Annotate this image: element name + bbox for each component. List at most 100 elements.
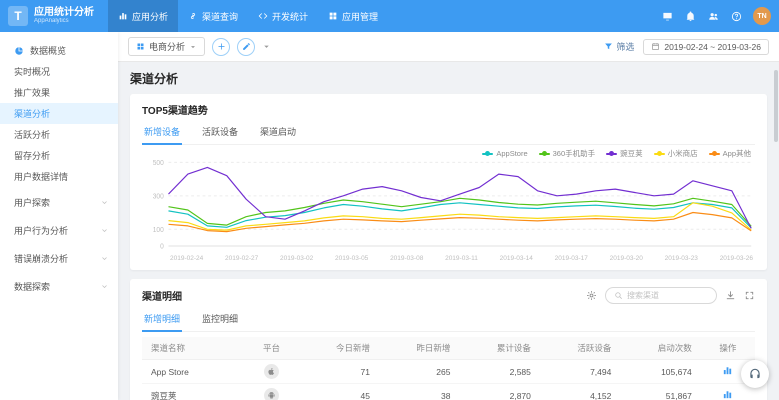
- nav-item-label: 应用分析: [132, 10, 168, 23]
- sidebar-item[interactable]: 推广效果: [0, 82, 118, 103]
- legend-label: 豌豆荚: [620, 148, 643, 159]
- app-subtitle: AppAnalytics: [34, 18, 94, 25]
- row-chart-action[interactable]: [722, 389, 733, 400]
- chart-series-小米商店: [168, 203, 751, 230]
- legend-marker: [606, 153, 617, 155]
- table-tools: [586, 287, 755, 304]
- sidebar-item-label: 用户探索: [14, 196, 50, 209]
- svg-text:0: 0: [160, 243, 164, 250]
- scrollbar-thumb[interactable]: [774, 70, 778, 142]
- search-input[interactable]: [627, 291, 709, 300]
- svg-text:100: 100: [153, 227, 164, 234]
- app-title: 应用统计分析: [34, 7, 94, 18]
- sidebar-item[interactable]: 活跃分析: [0, 124, 118, 145]
- header-nav: 应用分析 渠道查询开发统计应用管理: [108, 0, 388, 32]
- gear-icon: [586, 290, 597, 301]
- chevron-down-icon: [101, 283, 108, 290]
- table-card-title: 渠道明细: [142, 288, 182, 303]
- funnel-icon: [604, 42, 613, 51]
- question-button[interactable]: [725, 5, 747, 27]
- sidebar: 数据概览实时概况推广效果渠道分析活跃分析留存分析用户数据详情用户探索用户行为分析…: [0, 32, 118, 400]
- nav-item-label: 渠道查询: [202, 10, 238, 23]
- date-range-value: 2019-02-24 ~ 2019-03-26: [664, 42, 761, 52]
- chart-tab[interactable]: 渠道启动: [258, 121, 298, 144]
- sidebar-item[interactable]: 数据探索: [0, 273, 118, 299]
- header-actions: TN: [656, 5, 771, 27]
- row-chart-action[interactable]: [722, 365, 733, 376]
- bar-chart-icon: [118, 11, 128, 21]
- active-devices: 4,152: [540, 384, 620, 400]
- legend-item[interactable]: AppStore: [482, 149, 527, 158]
- total-devices: 2,585: [459, 360, 539, 384]
- yesterday-new: 265: [379, 360, 459, 384]
- add-button[interactable]: [212, 38, 230, 56]
- display-button[interactable]: [656, 5, 678, 27]
- platform-badge: [264, 388, 279, 400]
- nav-item[interactable]: 渠道查询: [178, 0, 248, 32]
- team-button[interactable]: [702, 5, 724, 27]
- chevron-down-icon: [101, 199, 108, 206]
- sidebar-item-label: 数据概览: [30, 44, 66, 57]
- bell-button[interactable]: [679, 5, 701, 27]
- filter-button[interactable]: 筛选: [604, 40, 634, 53]
- sidebar-item[interactable]: 实时概况: [0, 61, 118, 82]
- nav-item[interactable]: 应用管理: [318, 0, 388, 32]
- app-selector-dropdown[interactable]: 电商分析: [128, 37, 205, 56]
- calendar-icon: [651, 42, 660, 51]
- sidebar-item[interactable]: 错误崩溃分析: [0, 245, 118, 271]
- chevron-down-icon: [101, 283, 108, 290]
- nav-item[interactable]: 开发统计: [248, 0, 318, 32]
- settings-gear-button[interactable]: [586, 290, 597, 301]
- edit-button[interactable]: [237, 38, 255, 56]
- chevron-down-icon: [101, 227, 108, 234]
- table-tab[interactable]: 新增明细: [142, 308, 182, 331]
- chart-tab[interactable]: 新增设备: [142, 121, 182, 144]
- x-tick-label: 2019-03-17: [555, 255, 588, 262]
- column-header: 操作: [701, 337, 755, 360]
- grid-icon: [136, 42, 145, 51]
- chart-card-title: TOP5渠道趋势: [142, 102, 755, 117]
- collapse-chevron[interactable]: [262, 42, 271, 51]
- legend-marker: [539, 153, 550, 155]
- sidebar-item[interactable]: 留存分析: [0, 145, 118, 166]
- caret-down-icon: [189, 43, 197, 51]
- legend-label: 小米商店: [668, 148, 698, 159]
- user-avatar[interactable]: TN: [753, 7, 771, 25]
- page-title: 渠道分析: [130, 70, 767, 87]
- android-icon: [267, 391, 276, 400]
- download-button[interactable]: [725, 290, 736, 301]
- chart-tabs: 新增设备活跃设备渠道启动: [142, 121, 755, 145]
- sidebar-item[interactable]: 用户行为分析: [0, 217, 118, 243]
- launch-count: 105,674: [620, 360, 700, 384]
- column-header: 启动次数: [620, 337, 700, 360]
- expand-button[interactable]: [744, 290, 755, 301]
- table-search[interactable]: [605, 287, 717, 304]
- sidebar-item[interactable]: 用户数据详情: [0, 166, 118, 187]
- x-tick-label: 2019-03-23: [665, 255, 698, 262]
- sidebar-item[interactable]: 用户探索: [0, 189, 118, 215]
- code-icon: [258, 11, 268, 21]
- sidebar-item-label: 留存分析: [14, 149, 50, 162]
- legend-label: 360手机助手: [553, 148, 596, 159]
- app-title-block: 应用统计分析 AppAnalytics: [34, 7, 94, 25]
- channel-table: 渠道名称平台今日新增昨日新增累计设备活跃设备启动次数操作 App Store71…: [142, 337, 755, 400]
- chart-tab[interactable]: 活跃设备: [200, 121, 240, 144]
- today-new: 45: [299, 384, 379, 400]
- table-tab[interactable]: 监控明细: [200, 308, 240, 331]
- legend-item[interactable]: 小米商店: [654, 148, 698, 159]
- legend-item[interactable]: 豌豆荚: [606, 148, 643, 159]
- legend-label: App其他: [723, 148, 751, 159]
- sidebar-item[interactable]: 数据概览: [0, 40, 118, 61]
- legend-item[interactable]: 360手机助手: [539, 148, 596, 159]
- sidebar-item[interactable]: 渠道分析: [0, 103, 118, 124]
- chart-series-App其他: [168, 213, 751, 232]
- nav-item[interactable]: 应用分析: [108, 0, 178, 32]
- help-button[interactable]: [741, 360, 769, 388]
- chevron-down-icon: [101, 227, 108, 234]
- legend-item[interactable]: App其他: [709, 148, 751, 159]
- active-devices: 7,494: [540, 360, 620, 384]
- x-tick-label: 2019-03-11: [445, 255, 478, 262]
- bar-chart-icon: [722, 389, 733, 400]
- legend-marker: [709, 153, 720, 155]
- date-range-picker[interactable]: 2019-02-24 ~ 2019-03-26: [643, 39, 769, 55]
